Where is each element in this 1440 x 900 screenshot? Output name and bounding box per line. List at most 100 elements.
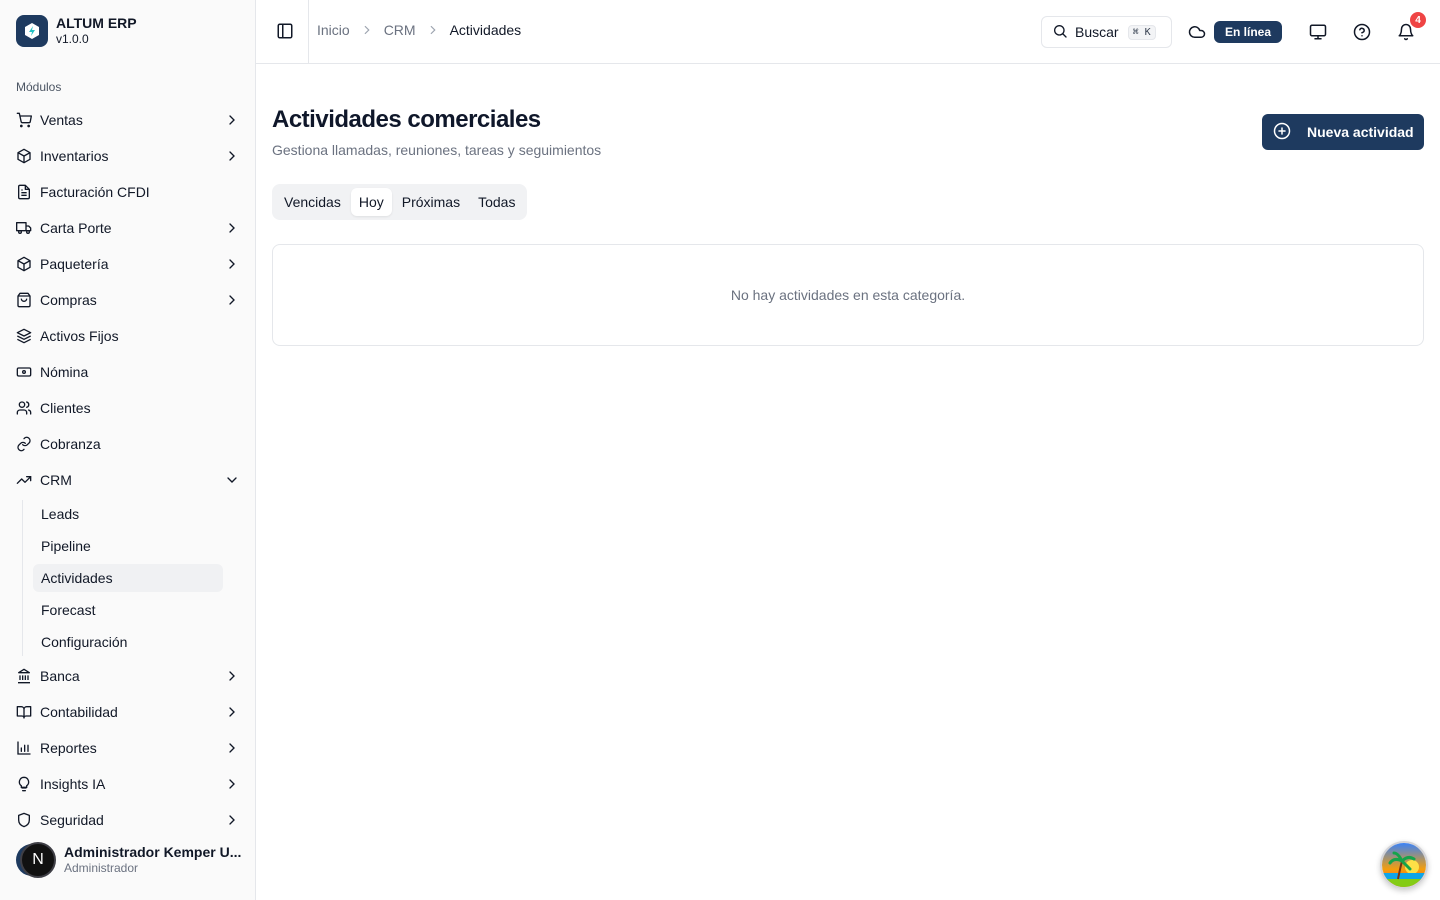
notification-count-badge: 4	[1410, 12, 1426, 28]
chevron-right-icon	[360, 23, 374, 37]
sidebar-item-ventas[interactable]: Ventas	[8, 104, 248, 136]
sidebar-item-label: Contabilidad	[40, 704, 118, 720]
chevron-right-icon	[224, 220, 240, 236]
sidebar-subitem-configuracion[interactable]: Configuración	[33, 628, 223, 656]
sidebar-item-carta-porte[interactable]: Carta Porte	[8, 212, 248, 244]
brand-logo-icon	[16, 15, 48, 47]
sidebar-subitem-leads[interactable]: Leads	[33, 500, 223, 528]
sidebar-item-insights-ia[interactable]: Insights IA	[8, 768, 248, 800]
sidebar-item-label: Carta Porte	[40, 220, 112, 236]
sidebar-item-crm[interactable]: CRM	[8, 464, 248, 496]
sidebar-nav: Ventas Inventarios Facturación CFDI Cart…	[8, 104, 248, 840]
empty-state-card: No hay actividades en esta categoría.	[272, 244, 1424, 346]
breadcrumb-item-actividades: Actividades	[449, 22, 522, 38]
sidebar-item-clientes[interactable]: Clientes	[8, 392, 248, 424]
sidebar-item-label: Ventas	[40, 112, 83, 128]
search-icon	[1052, 23, 1068, 42]
sidebar-subitem-pipeline[interactable]: Pipeline	[33, 532, 223, 560]
search-button[interactable]: Buscar ⌘ K	[1041, 16, 1172, 48]
sidebar-item-inventarios[interactable]: Inventarios	[8, 140, 248, 172]
lightbulb-icon	[16, 776, 32, 792]
tab-vencidas[interactable]: Vencidas	[276, 188, 349, 216]
tab-todas[interactable]: Todas	[470, 188, 523, 216]
truck-icon	[16, 220, 32, 236]
sidebar-item-nomina[interactable]: Nómina	[8, 356, 248, 388]
sidebar-item-cobranza[interactable]: Cobranza	[8, 428, 248, 460]
top-header: Inicio CRM Actividades Buscar ⌘ K En lín…	[256, 0, 1440, 64]
bar-chart-icon	[16, 740, 32, 756]
chevron-right-icon	[224, 292, 240, 308]
tab-hoy[interactable]: Hoy	[350, 188, 392, 216]
package-icon	[16, 256, 32, 272]
sidebar-item-label: Inventarios	[40, 148, 109, 164]
sidebar-item-label: Facturación CFDI	[40, 184, 150, 200]
sidebar-subitem-actividades[interactable]: Actividades	[33, 564, 223, 592]
link-icon	[16, 436, 32, 452]
page-subtitle: Gestiona llamadas, reuniones, tareas y s…	[272, 142, 602, 158]
assistant-avatar-button[interactable]	[1380, 841, 1428, 889]
breadcrumb-item-crm[interactable]: CRM	[384, 22, 416, 38]
plus-circle-icon	[1273, 122, 1291, 143]
book-open-icon	[16, 704, 32, 720]
help-icon[interactable]	[1352, 22, 1372, 42]
chevron-right-icon	[224, 148, 240, 164]
breadcrumb: Inicio CRM Actividades	[317, 22, 521, 38]
sidebar-item-seguridad[interactable]: Seguridad	[8, 804, 248, 836]
shopping-bag-icon	[16, 292, 32, 308]
breadcrumb-item-inicio[interactable]: Inicio	[317, 22, 350, 38]
sidebar-item-label: Clientes	[40, 400, 91, 416]
chevron-right-icon	[224, 704, 240, 720]
chevron-right-icon	[224, 740, 240, 756]
user-profile[interactable]: N Administrador Kemper U... Administrado…	[16, 842, 244, 878]
brand[interactable]: ALTUM ERP v1.0.0	[16, 15, 137, 47]
tab-proximas[interactable]: Próximas	[394, 188, 468, 216]
sidebar-item-label: Banca	[40, 668, 80, 684]
chevron-right-icon	[224, 776, 240, 792]
sidebar-item-label: Nómina	[40, 364, 89, 380]
sidebar-item-label: CRM	[40, 472, 72, 488]
shopping-cart-icon	[16, 112, 32, 128]
sidebar-item-paqueteria[interactable]: Paquetería	[8, 248, 248, 280]
shield-icon	[16, 812, 32, 828]
brand-version: v1.0.0	[56, 32, 89, 46]
sidebar-item-activos-fijos[interactable]: Activos Fijos	[8, 320, 248, 352]
trending-up-icon	[16, 472, 32, 488]
new-activity-button[interactable]: Nueva actividad	[1262, 114, 1424, 150]
sidebar-item-label: Paquetería	[40, 256, 109, 272]
cloud-icon	[1188, 23, 1206, 46]
sidebar-item-contabilidad[interactable]: Contabilidad	[8, 696, 248, 728]
sidebar-item-label: Seguridad	[40, 812, 104, 828]
banknote-icon	[16, 364, 32, 380]
page-title: Actividades comerciales	[272, 106, 541, 133]
sidebar-item-facturacion-cfdi[interactable]: Facturación CFDI	[8, 176, 248, 208]
status-badge: En línea	[1214, 21, 1283, 43]
sidebar-toggle-icon[interactable]	[276, 22, 296, 42]
sidebar: ALTUM ERP v1.0.0 Módulos Ventas Inventar…	[0, 0, 256, 900]
sidebar-item-label: Cobranza	[40, 436, 101, 452]
chevron-right-icon	[426, 23, 440, 37]
chevron-down-icon	[224, 472, 240, 488]
chevron-right-icon	[224, 112, 240, 128]
beach-icon	[1382, 843, 1426, 887]
chevron-right-icon	[224, 256, 240, 272]
new-activity-label: Nueva actividad	[1307, 124, 1414, 140]
sidebar-item-label: Insights IA	[40, 776, 106, 792]
user-name: Administrador Kemper U...	[64, 844, 242, 860]
user-role: Administrador	[64, 861, 139, 875]
crm-subnav: Leads Pipeline Actividades Forecast Conf…	[22, 500, 248, 656]
search-label: Buscar	[1075, 24, 1119, 40]
sidebar-item-compras[interactable]: Compras	[8, 284, 248, 316]
users-icon	[16, 400, 32, 416]
brand-name: ALTUM ERP	[56, 15, 137, 31]
modules-section-label: Módulos	[16, 80, 62, 94]
sidebar-subitem-forecast[interactable]: Forecast	[33, 596, 223, 624]
file-text-icon	[16, 184, 32, 200]
sidebar-item-banca[interactable]: Banca	[8, 660, 248, 692]
avatar: N	[16, 842, 56, 878]
activity-tabs: Vencidas Hoy Próximas Todas	[272, 184, 528, 220]
monitor-icon[interactable]	[1308, 22, 1328, 42]
header-divider	[308, 0, 309, 63]
sidebar-item-label: Compras	[40, 292, 97, 308]
chevron-right-icon	[224, 812, 240, 828]
sidebar-item-reportes[interactable]: Reportes	[8, 732, 248, 764]
